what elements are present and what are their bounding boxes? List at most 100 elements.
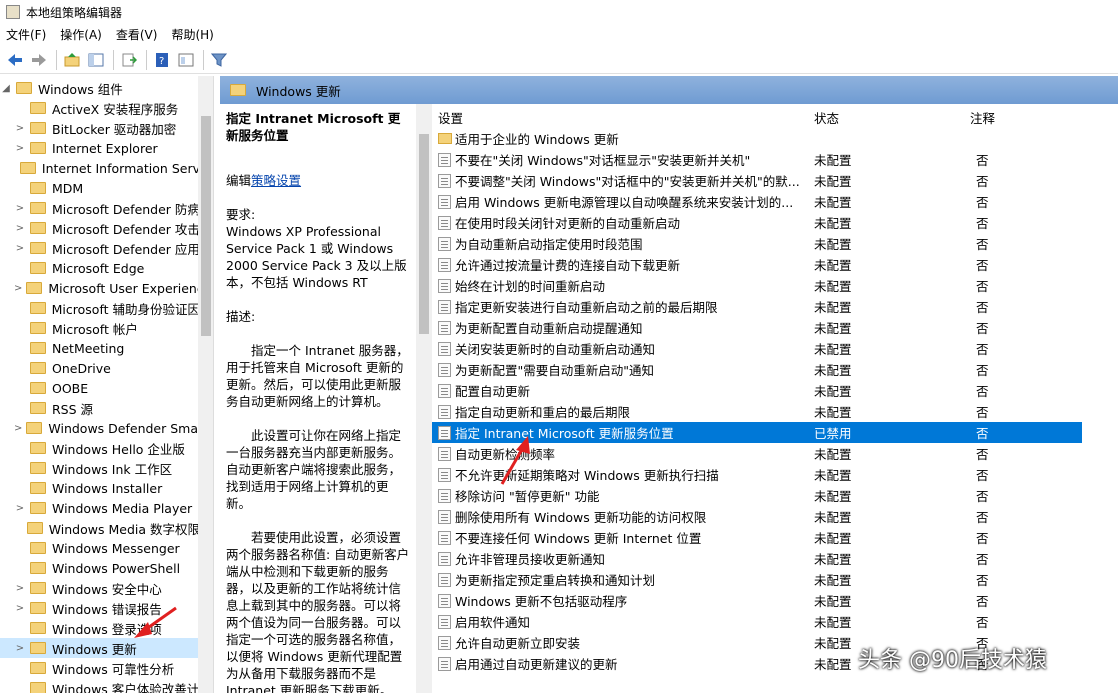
- policy-row[interactable]: 删除使用所有 Windows 更新功能的访问权限 未配置 否: [432, 506, 1082, 527]
- tree-item[interactable]: Microsoft 辅助身份验证因: [0, 298, 200, 318]
- tree-root[interactable]: ◢ Windows 组件: [0, 78, 200, 98]
- policy-row[interactable]: 不要连接任何 Windows 更新 Internet 位置 未配置 否: [432, 527, 1082, 548]
- policy-row[interactable]: 始终在计划的时间重新启动 未配置 否: [432, 275, 1082, 296]
- tree-item[interactable]: OOBE: [0, 378, 200, 398]
- folder-icon: [30, 262, 46, 274]
- tree-item[interactable]: > Windows Media Player: [0, 498, 200, 518]
- expand-icon[interactable]: >: [14, 243, 26, 254]
- tree-item[interactable]: > Microsoft Defender 应用: [0, 238, 200, 258]
- tree-item[interactable]: Internet Information Serv: [0, 158, 200, 178]
- expand-icon[interactable]: >: [14, 123, 26, 134]
- tree-item[interactable]: > Windows 安全中心: [0, 578, 200, 598]
- policy-setting-icon: [438, 215, 451, 230]
- policy-row[interactable]: 为更新指定预定重启转换和通知计划 未配置 否: [432, 569, 1082, 590]
- tree-item[interactable]: Microsoft Edge: [0, 258, 200, 278]
- policy-row[interactable]: 移除访问 "暂停更新" 功能 未配置 否: [432, 485, 1082, 506]
- policy-setting-icon: [438, 488, 451, 503]
- expand-icon[interactable]: >: [14, 603, 26, 614]
- folder-icon: [30, 322, 46, 334]
- tree-item-label: Microsoft Defender 应用: [52, 241, 200, 257]
- edit-policy-link[interactable]: 策略设置: [251, 173, 301, 188]
- policy-row[interactable]: 允许通过按流量计费的连接自动下载更新 未配置 否: [432, 254, 1082, 275]
- policy-state: 未配置: [814, 258, 852, 273]
- tree-item[interactable]: > Windows Defender Smar: [0, 418, 203, 438]
- tree-item[interactable]: > Microsoft User Experienc: [0, 278, 204, 298]
- tree-item[interactable]: Microsoft 帐户: [0, 318, 200, 338]
- policy-row[interactable]: 允许非管理员接收更新通知 未配置 否: [432, 548, 1082, 569]
- properties-icon[interactable]: [175, 49, 197, 71]
- policy-row[interactable]: 为更新配置"需要自动重新启动"通知 未配置 否: [432, 359, 1082, 380]
- description-label: 描述:: [226, 309, 256, 324]
- forward-icon[interactable]: [28, 49, 50, 71]
- tree-item[interactable]: > Microsoft Defender 防病: [0, 198, 200, 218]
- tree-scrollbar[interactable]: [198, 76, 213, 693]
- tree-item[interactable]: > BitLocker 驱动器加密: [0, 118, 200, 138]
- settings-list: 设置 状态 注释 适用于企业的 Windows 更新 不要在"关闭 Window…: [432, 104, 1118, 693]
- col-note[interactable]: 注释: [970, 108, 995, 127]
- help-icon[interactable]: ?: [151, 49, 173, 71]
- tree-item[interactable]: > Windows 更新: [0, 638, 200, 658]
- policy-row[interactable]: 指定 Intranet Microsoft 更新服务位置 已禁用 否: [432, 422, 1082, 443]
- policy-row[interactable]: 配置自动更新 未配置 否: [432, 380, 1082, 401]
- export-list-icon[interactable]: [118, 49, 140, 71]
- menu-action[interactable]: 操作(A): [60, 26, 102, 43]
- up-folder-icon[interactable]: [61, 49, 83, 71]
- policy-row[interactable]: 不要调整"关闭 Windows"对话框中的"安装更新并关机"的默... 未配置 否: [432, 170, 1082, 191]
- collapse-icon[interactable]: ◢: [0, 83, 12, 94]
- menu-view[interactable]: 查看(V): [116, 26, 158, 43]
- expand-icon[interactable]: >: [14, 223, 26, 234]
- policy-note: 否: [976, 615, 989, 630]
- tree-item[interactable]: OneDrive: [0, 358, 200, 378]
- policy-row[interactable]: 不要在"关闭 Windows"对话框显示"安装更新并关机" 未配置 否: [432, 149, 1082, 170]
- policy-setting-icon: [438, 194, 451, 209]
- menu-bar: 文件(F) 操作(A) 查看(V) 帮助(H): [0, 24, 1118, 44]
- policy-row[interactable]: 不允许更新延期策略对 Windows 更新执行扫描 未配置 否: [432, 464, 1082, 485]
- expand-icon[interactable]: >: [14, 143, 26, 154]
- expand-icon[interactable]: >: [14, 503, 26, 514]
- back-icon[interactable]: [4, 49, 26, 71]
- policy-row[interactable]: 自动更新检测频率 未配置 否: [432, 443, 1082, 464]
- policy-row[interactable]: 关闭安装更新时的自动重新启动通知 未配置 否: [432, 338, 1082, 359]
- expand-icon[interactable]: >: [14, 643, 26, 654]
- policy-row[interactable]: Windows 更新不包括驱动程序 未配置 否: [432, 590, 1082, 611]
- tree-item[interactable]: Windows Media 数字权限: [0, 518, 200, 538]
- tree-item[interactable]: ActiveX 安装程序服务: [0, 98, 200, 118]
- tree-item[interactable]: Windows Messenger: [0, 538, 200, 558]
- policy-row[interactable]: 为更新配置自动重新启动提醒通知 未配置 否: [432, 317, 1082, 338]
- tree-item[interactable]: Windows 登录选项: [0, 618, 200, 638]
- policy-row[interactable]: 指定自动更新和重启的最后期限 未配置 否: [432, 401, 1082, 422]
- show-hide-tree-icon[interactable]: [85, 49, 107, 71]
- expand-icon[interactable]: >: [14, 203, 26, 214]
- filter-icon[interactable]: [208, 49, 230, 71]
- menu-file[interactable]: 文件(F): [6, 26, 46, 43]
- policy-row[interactable]: 为自动重新启动指定使用时段范围 未配置 否: [432, 233, 1082, 254]
- policy-row[interactable]: 启用软件通知 未配置 否: [432, 611, 1082, 632]
- policy-state: 未配置: [814, 636, 852, 651]
- tree-item[interactable]: Windows Installer: [0, 478, 200, 498]
- col-state[interactable]: 状态: [814, 108, 839, 127]
- tree-item[interactable]: > Internet Explorer: [0, 138, 200, 158]
- col-setting[interactable]: 设置: [438, 108, 463, 127]
- expand-icon[interactable]: >: [14, 283, 22, 294]
- tree-item[interactable]: > Windows 错误报告: [0, 598, 200, 618]
- tree-item[interactable]: NetMeeting: [0, 338, 200, 358]
- policy-row[interactable]: 指定更新安装进行自动重新启动之前的最后期限 未配置 否: [432, 296, 1082, 317]
- policy-row[interactable]: 启用 Windows 更新电源管理以自动唤醒系统来安装计划的... 未配置 否: [432, 191, 1082, 212]
- list-folder-row[interactable]: 适用于企业的 Windows 更新: [432, 128, 1082, 149]
- tree-item[interactable]: Windows PowerShell: [0, 558, 200, 578]
- description-scrollbar[interactable]: [416, 104, 432, 693]
- policy-row[interactable]: 在使用时段关闭针对更新的自动重新启动 未配置 否: [432, 212, 1082, 233]
- tree-item[interactable]: Windows Hello 企业版: [0, 438, 200, 458]
- expand-icon[interactable]: >: [14, 583, 26, 594]
- policy-name: 始终在计划的时间重新启动: [455, 279, 606, 294]
- folder-open-icon: [16, 82, 32, 94]
- expand-icon[interactable]: >: [14, 423, 22, 434]
- menu-help[interactable]: 帮助(H): [171, 26, 213, 43]
- folder-icon: [29, 302, 46, 314]
- tree-item[interactable]: Windows 可靠性分析: [0, 658, 200, 678]
- tree-item[interactable]: MDM: [0, 178, 200, 198]
- tree-item[interactable]: Windows 客户体验改善计: [0, 678, 200, 693]
- tree-item[interactable]: RSS 源: [0, 398, 200, 418]
- tree-item[interactable]: Windows Ink 工作区: [0, 458, 200, 478]
- tree-item[interactable]: > Microsoft Defender 攻击: [0, 218, 200, 238]
